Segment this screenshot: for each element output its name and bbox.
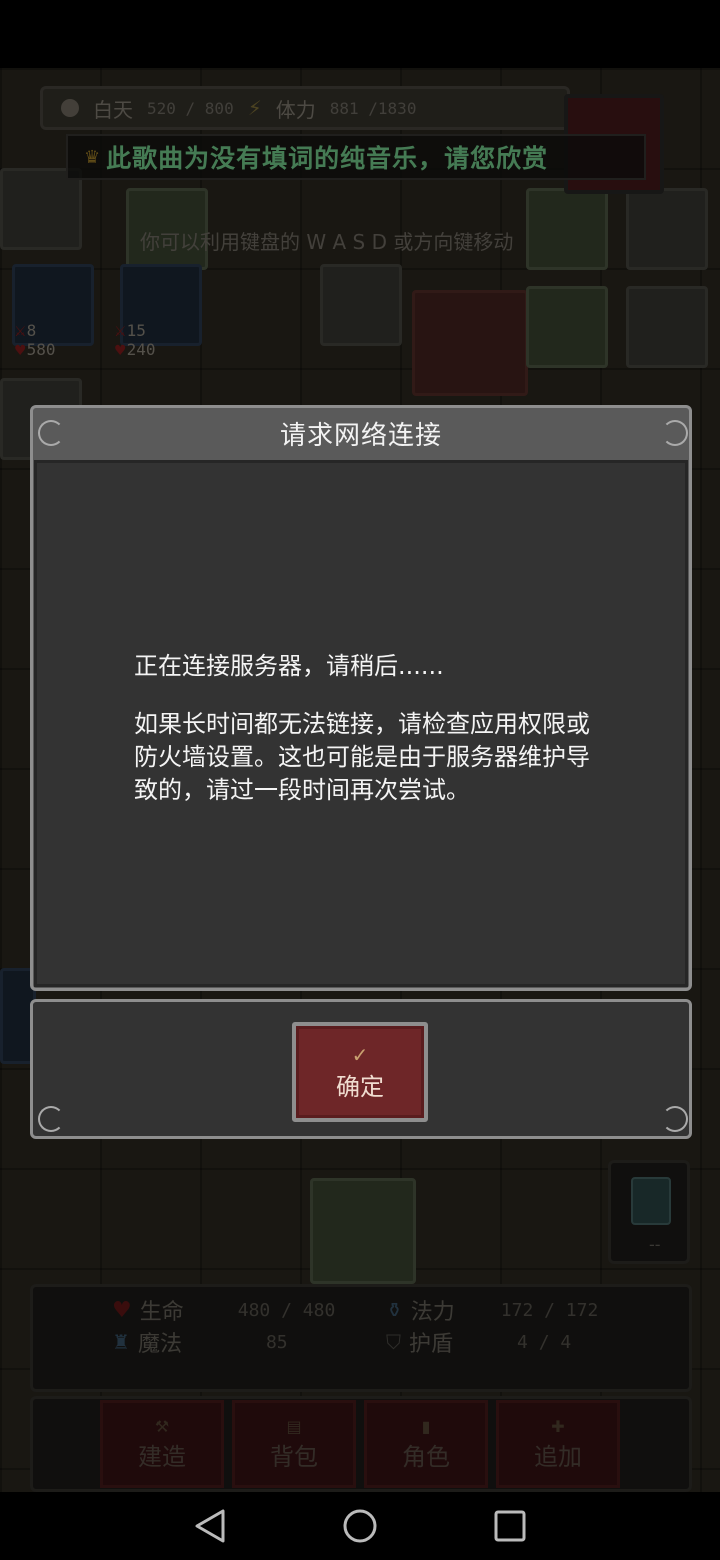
ornament-icon	[38, 1106, 64, 1132]
check-icon: ✓	[351, 1042, 369, 1067]
home-circle-icon	[343, 1509, 377, 1543]
connecting-message: 正在连接服务器，请稍后......	[134, 652, 444, 680]
status-bar	[0, 0, 720, 68]
confirm-label: 确定	[336, 1072, 384, 1101]
help-message: 如果长时间都无法链接，请检查应用权限或防火墙设置。这也可能是由于服务器维护导致的…	[134, 710, 590, 804]
ornament-icon	[662, 1106, 688, 1132]
nav-home-button[interactable]	[340, 1506, 380, 1546]
back-triangle-icon	[195, 1509, 225, 1543]
ornament-icon	[662, 420, 688, 446]
recents-square-icon	[494, 1510, 526, 1542]
dialog-title: 请求网络连接	[279, 420, 442, 451]
confirm-button[interactable]: ✓ 确定	[292, 1022, 428, 1122]
nav-recents-button[interactable]	[490, 1506, 530, 1546]
system-nav-bar	[0, 1492, 720, 1560]
nav-back-button[interactable]	[190, 1506, 230, 1546]
ornament-icon	[38, 420, 64, 446]
dialog-titlebar: 请求网络连接	[33, 408, 689, 458]
